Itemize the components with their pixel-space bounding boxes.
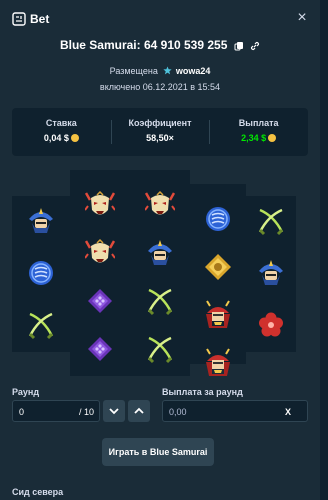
game-id-line: Blue Samurai: 64 910 539 255 [0, 38, 320, 52]
samurai-blue-icon [256, 258, 286, 288]
server-seed-label: Сид севера [12, 487, 64, 497]
bet-date: включено 06.12.2021 в 15:54 [99, 82, 221, 92]
close-icon: × [297, 9, 307, 26]
round-label: Раунд [12, 387, 40, 397]
coin-icon [70, 134, 79, 142]
gem-purple-icon [85, 286, 115, 316]
helmet-red-icon [203, 348, 233, 378]
background-page-strip [320, 0, 328, 500]
modal-title: Bet [30, 12, 50, 26]
chevron-down-icon [109, 408, 119, 415]
modal-header: Bet × [0, 0, 320, 38]
chevron-up-icon [134, 407, 144, 414]
bet-stats-panel: Ставка 0,04 $ Коэффициент 58,50× Выплата… [12, 108, 308, 156]
payout-round-label: Выплата за раунд [162, 387, 243, 397]
gem-purple-icon [85, 334, 115, 364]
round-next-button[interactable] [128, 400, 150, 422]
swords-icon [145, 286, 175, 316]
stake-value-row: 0,04 $ [12, 133, 111, 143]
samurai-blue-icon [26, 206, 56, 236]
bet-ticket-icon [12, 12, 26, 26]
payout-value: 2,34 $ [241, 133, 267, 143]
stake-label: Ставка [45, 118, 77, 128]
round-input-value: 0 [19, 407, 25, 417]
clear-icon[interactable]: X [285, 407, 291, 417]
vip-star-icon [163, 66, 172, 75]
slot-reels-board [0, 170, 320, 376]
reel-5 [246, 196, 296, 352]
demon-mask-icon [85, 238, 115, 268]
payout-label: Выплата [238, 118, 279, 128]
coin-blue-icon [26, 258, 56, 288]
username-link[interactable]: wowa24 [176, 66, 211, 76]
shuriken-gold-icon [203, 252, 233, 282]
stake-value: 0,04 $ [43, 133, 69, 143]
round-input[interactable]: 0 / 10 [12, 400, 100, 422]
close-button[interactable]: × [294, 9, 310, 27]
placed-by-line: Размещена wowa24 [0, 66, 320, 76]
bet-modal: Bet × Blue Samurai: 64 910 539 255 Разме… [0, 0, 320, 500]
samurai-blue-icon [145, 238, 175, 268]
helmet-red-icon [203, 300, 233, 330]
swords-icon [26, 310, 56, 340]
demon-mask-icon [145, 190, 175, 220]
coin-icon [268, 134, 277, 142]
game-id-text: Blue Samurai: 64 910 539 255 [59, 38, 228, 52]
demon-mask-icon [85, 190, 115, 220]
payout-value-row: 2,34 $ [209, 133, 308, 143]
coefficient-label: Коэффициент [128, 118, 192, 128]
flower-red-icon [256, 310, 286, 340]
reel-4 [190, 184, 246, 364]
reel-1 [12, 196, 70, 352]
copy-icon[interactable] [234, 41, 244, 51]
swords-icon [256, 206, 286, 236]
stake-stat: Ставка 0,04 $ [12, 108, 111, 156]
link-icon[interactable] [250, 41, 260, 51]
coefficient-value: 58,50× [146, 133, 174, 143]
reel-2 [70, 170, 130, 376]
coefficient-stat: Коэффициент 58,50× [110, 108, 210, 156]
payout-round-field: 0,00 X [162, 400, 308, 422]
swords-icon [145, 334, 175, 364]
coin-blue-icon [203, 204, 233, 234]
round-total: / 10 [78, 407, 94, 417]
payout-round-value: 0,00 [169, 407, 187, 417]
reel-3 [130, 170, 190, 376]
payout-stat: Выплата 2,34 $ [209, 108, 308, 156]
placed-label: Размещена [109, 66, 158, 76]
round-prev-button[interactable] [103, 400, 125, 422]
play-game-button[interactable]: Играть в Blue Samurai [102, 438, 214, 466]
